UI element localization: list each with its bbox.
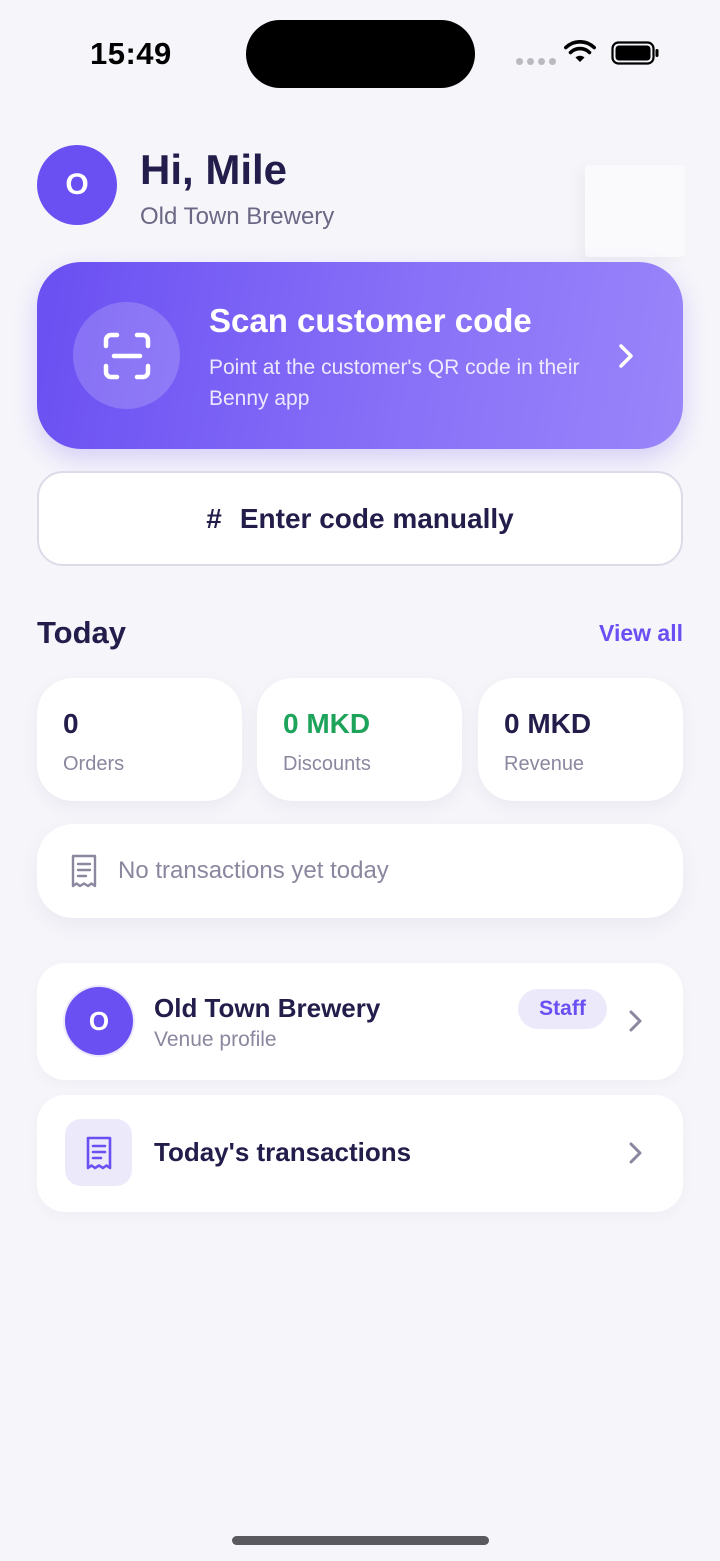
dynamic-island	[246, 20, 475, 88]
scan-description: Point at the customer's QR code in their…	[209, 356, 580, 410]
stat-label: Orders	[63, 753, 125, 775]
status-bar: 15:49	[0, 0, 720, 110]
chevron-right-icon	[629, 1142, 642, 1164]
user-avatar[interactable]: O	[37, 145, 117, 225]
venue-profile-row[interactable]: O Old Town Brewery Venue profile Staff	[37, 963, 683, 1080]
battery-icon	[611, 41, 659, 65]
no-transactions-text: No transactions yet today	[118, 857, 389, 884]
chevron-right-icon	[629, 1010, 642, 1032]
receipt-icon	[71, 854, 97, 888]
stat-label: Discounts	[283, 753, 371, 775]
scan-title: Scan customer code	[209, 302, 532, 339]
status-time: 15:49	[90, 36, 172, 71]
venue-name: Old Town Brewery	[154, 993, 381, 1023]
stat-card-revenue: 0 MKD Revenue	[478, 678, 683, 801]
todays-transactions-label: Today's transactions	[154, 1137, 412, 1167]
cellular-signal-icon	[516, 58, 556, 65]
enter-code-manually-button[interactable]: # Enter code manually	[37, 471, 683, 566]
receipt-icon	[86, 1136, 111, 1169]
staff-role-badge: Staff	[518, 989, 607, 1029]
venue-avatar: O	[65, 987, 133, 1055]
todays-transactions-row[interactable]: Today's transactions	[37, 1095, 683, 1212]
view-all-link[interactable]: View all	[599, 620, 683, 647]
header-overlay-card	[585, 165, 685, 257]
enter-code-manually-label: Enter code manually	[239, 502, 514, 534]
chevron-right-icon	[619, 344, 633, 368]
stat-value: 0	[63, 708, 79, 739]
qr-scan-icon	[103, 332, 150, 379]
venue-subtitle: Old Town Brewery	[140, 203, 335, 230]
stat-value: 0 MKD	[504, 708, 592, 739]
home-indicator[interactable]	[232, 1536, 489, 1545]
wifi-icon	[564, 40, 596, 62]
venue-profile-label: Venue profile	[154, 1028, 277, 1051]
stat-card-discounts: 0 MKD Discounts	[257, 678, 462, 801]
stat-value: 0 MKD	[283, 708, 371, 739]
scan-customer-code-card[interactable]: Scan customer code Point at the customer…	[37, 262, 683, 449]
stat-label: Revenue	[504, 753, 585, 775]
no-transactions-card: No transactions yet today	[37, 824, 683, 918]
today-section-title: Today	[37, 615, 126, 650]
transactions-icon-box	[65, 1119, 132, 1186]
hash-icon: #	[206, 502, 222, 534]
scan-icon-circle	[73, 302, 180, 409]
stat-card-orders: 0 Orders	[37, 678, 242, 801]
greeting-title: Hi, Mile	[140, 146, 288, 193]
